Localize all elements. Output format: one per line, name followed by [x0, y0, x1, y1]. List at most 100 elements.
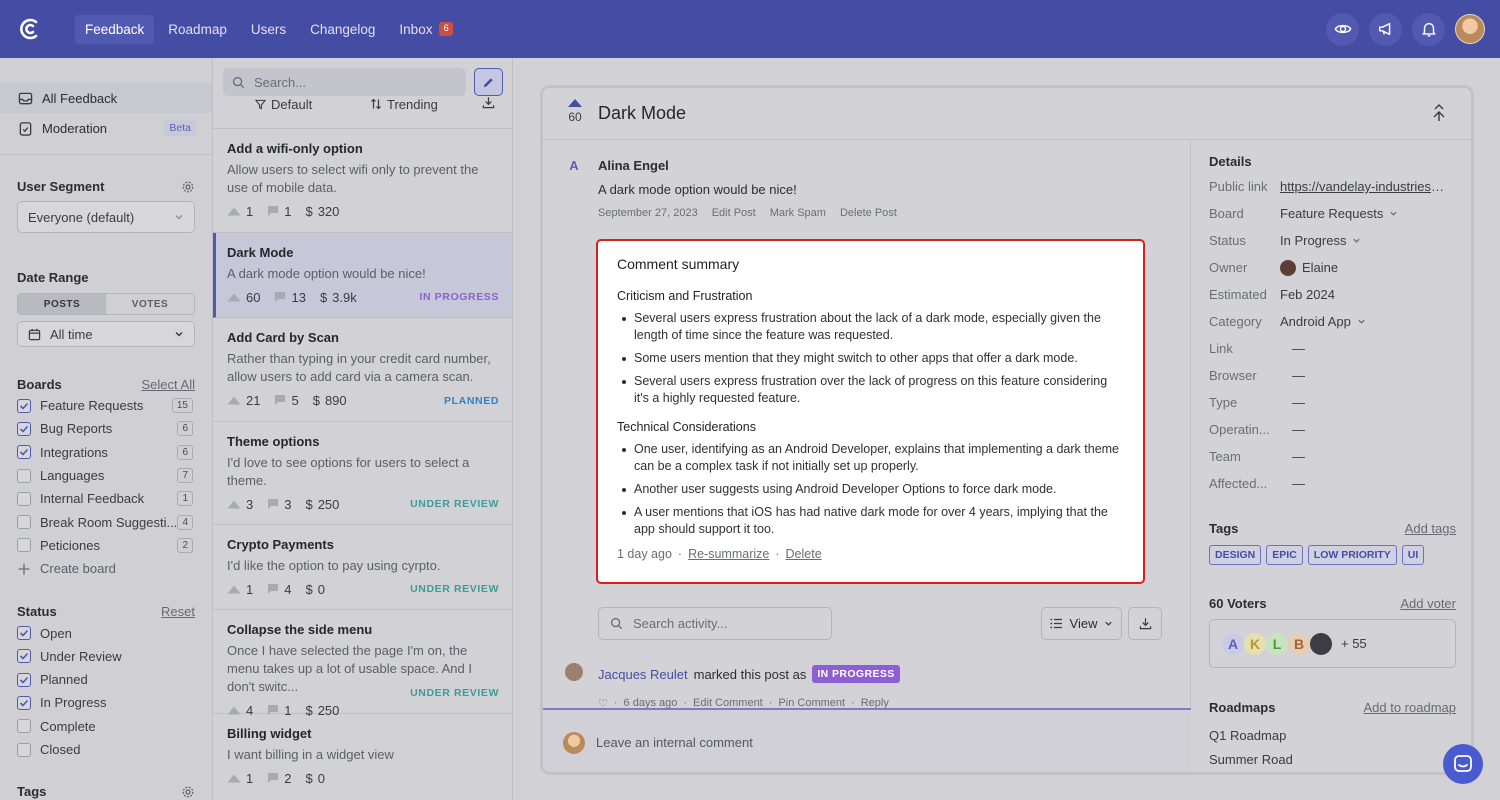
user-segment-select[interactable]: Everyone (default): [17, 201, 195, 233]
toggle-votes[interactable]: VOTES: [106, 294, 194, 314]
detail-row[interactable]: Browser —: [1209, 362, 1456, 389]
chat-support-button[interactable]: [1443, 744, 1483, 784]
gear-icon[interactable]: [181, 785, 195, 799]
author-name[interactable]: Alina Engel: [598, 158, 669, 173]
board-item-peticiones[interactable]: Peticiones 2: [17, 534, 195, 557]
bell-icon[interactable]: [1412, 12, 1445, 46]
detail-row[interactable]: Link —: [1209, 335, 1456, 362]
vote-button[interactable]: 60: [563, 96, 587, 124]
comment-input[interactable]: Leave an internal comment: [596, 735, 753, 750]
checkbox[interactable]: [17, 695, 31, 710]
checkbox[interactable]: [17, 719, 31, 734]
tag-design[interactable]: DESIGN: [1209, 545, 1262, 565]
sort-default[interactable]: Default: [255, 97, 312, 112]
edit-post-link[interactable]: Edit Post: [712, 207, 756, 219]
app-logo[interactable]: [0, 0, 58, 58]
post-card[interactable]: Billing widget I want billing in a widget…: [213, 714, 512, 800]
tag-low-priority[interactable]: LOW PRIORITY: [1307, 545, 1397, 565]
detail-row[interactable]: Category Android App: [1209, 308, 1456, 335]
activity-search[interactable]: Search activity...: [598, 607, 832, 640]
sort-trending[interactable]: Trending: [370, 97, 438, 112]
checkbox[interactable]: [17, 626, 31, 641]
tag-epic[interactable]: EPIC: [1266, 545, 1303, 565]
checkbox[interactable]: [17, 468, 31, 483]
merge-icon[interactable]: [1431, 104, 1447, 122]
delete-post-link[interactable]: Delete Post: [840, 207, 897, 219]
checkbox[interactable]: [17, 672, 31, 687]
eye-icon[interactable]: [1326, 12, 1359, 46]
checkbox[interactable]: [17, 421, 31, 436]
nav-inbox[interactable]: Inbox 6: [389, 15, 462, 44]
add-tags-link[interactable]: Add tags: [1405, 521, 1456, 536]
detail-row[interactable]: Status In Progress: [1209, 227, 1456, 254]
search-input[interactable]: Search...: [254, 75, 306, 90]
activity-search-input[interactable]: Search activity...: [633, 616, 727, 631]
detail-row[interactable]: Public link https://vandelay-industries..…: [1209, 173, 1456, 200]
checkbox[interactable]: [17, 491, 31, 506]
download-icon[interactable]: [482, 96, 495, 112]
user-avatar[interactable]: [1455, 14, 1485, 44]
board-item-integrations[interactable]: Integrations 6: [17, 441, 195, 464]
gear-icon[interactable]: [181, 180, 195, 194]
reset-status-link[interactable]: Reset: [161, 604, 195, 619]
board-item-bug-reports[interactable]: Bug Reports 6: [17, 417, 195, 440]
status-item-planned[interactable]: Planned: [17, 668, 195, 691]
board-item-feature-requests[interactable]: Feature Requests 15: [17, 394, 195, 417]
create-post-button[interactable]: [474, 68, 503, 96]
chevron-down-icon: [175, 331, 183, 337]
nav-changelog[interactable]: Changelog: [300, 15, 385, 44]
detail-row[interactable]: Type —: [1209, 389, 1456, 416]
toggle-posts[interactable]: POSTS: [18, 294, 106, 314]
status-item-under-review[interactable]: Under Review: [17, 645, 195, 668]
board-item-internal-feedback[interactable]: Internal Feedback 1: [17, 487, 195, 510]
detail-row[interactable]: Operatin... —: [1209, 416, 1456, 443]
status-item-closed[interactable]: Closed: [17, 738, 195, 761]
date-range-select[interactable]: All time: [17, 321, 195, 347]
sidebar-item-all-feedback[interactable]: All Feedback: [0, 83, 212, 113]
nav-feedback[interactable]: Feedback: [75, 14, 155, 44]
detail-row[interactable]: Board Feature Requests: [1209, 200, 1456, 227]
post-card[interactable]: Add Card by Scan Rather than typing in yo…: [213, 318, 512, 422]
create-board-button[interactable]: Create board: [17, 557, 195, 580]
status-item-complete[interactable]: Complete: [17, 715, 195, 738]
post-card[interactable]: Dark Mode A dark mode option would be nic…: [213, 233, 512, 318]
checkbox[interactable]: [17, 445, 31, 460]
checkbox[interactable]: [17, 649, 31, 664]
resummarize-link[interactable]: Re-summarize: [688, 547, 769, 561]
megaphone-icon[interactable]: [1369, 12, 1402, 46]
activity-user-name[interactable]: Jacques Reulet: [598, 667, 688, 682]
checkbox[interactable]: [17, 515, 31, 530]
post-card[interactable]: Theme options I'd love to see options for…: [213, 422, 512, 525]
post-card[interactable]: Add a wifi-only option Allow users to sel…: [213, 129, 512, 233]
detail-row[interactable]: Estimated Feb 2024: [1209, 281, 1456, 308]
tag-ui[interactable]: UI: [1401, 545, 1425, 565]
view-dropdown[interactable]: View: [1041, 607, 1122, 640]
nav-roadmap[interactable]: Roadmap: [158, 15, 237, 44]
voters-box[interactable]: A K L B + 55: [1209, 619, 1456, 668]
mark-spam-link[interactable]: Mark Spam: [770, 207, 826, 219]
post-card-description: Rather than typing in your credit card n…: [227, 351, 491, 384]
select-all-boards-link[interactable]: Select All: [142, 377, 195, 392]
sidebar-item-moderation[interactable]: Moderation Beta: [0, 113, 212, 143]
checkbox[interactable]: [17, 742, 31, 757]
detail-row[interactable]: Affected... —: [1209, 470, 1456, 497]
detail-row[interactable]: Team —: [1209, 443, 1456, 470]
detail-row[interactable]: Owner Elaine: [1209, 254, 1456, 281]
checkbox[interactable]: [17, 538, 31, 553]
status-item-in-progress[interactable]: In Progress: [17, 691, 195, 714]
checkbox[interactable]: [17, 398, 31, 413]
post-search[interactable]: Search...: [223, 68, 466, 96]
post-card[interactable]: Collapse the side menu Once I have select…: [213, 610, 512, 718]
add-voter-link[interactable]: Add voter: [1400, 596, 1456, 611]
export-activity-button[interactable]: [1128, 607, 1162, 640]
board-item-break-room[interactable]: Break Room Suggesti... 4: [17, 510, 195, 533]
post-card[interactable]: Crypto Payments I'd like the option to pa…: [213, 525, 512, 610]
board-item-languages[interactable]: Languages 7: [17, 464, 195, 487]
roadmap-item[interactable]: Summer Road: [1209, 752, 1456, 767]
status-item-open[interactable]: Open: [17, 621, 195, 644]
roadmap-item[interactable]: Q1 Roadmap: [1209, 728, 1456, 743]
add-to-roadmap-link[interactable]: Add to roadmap: [1363, 700, 1456, 715]
nav-users[interactable]: Users: [241, 15, 296, 44]
delete-summary-link[interactable]: Delete: [786, 547, 822, 561]
internal-comment-composer[interactable]: Leave an internal comment: [543, 708, 1191, 772]
